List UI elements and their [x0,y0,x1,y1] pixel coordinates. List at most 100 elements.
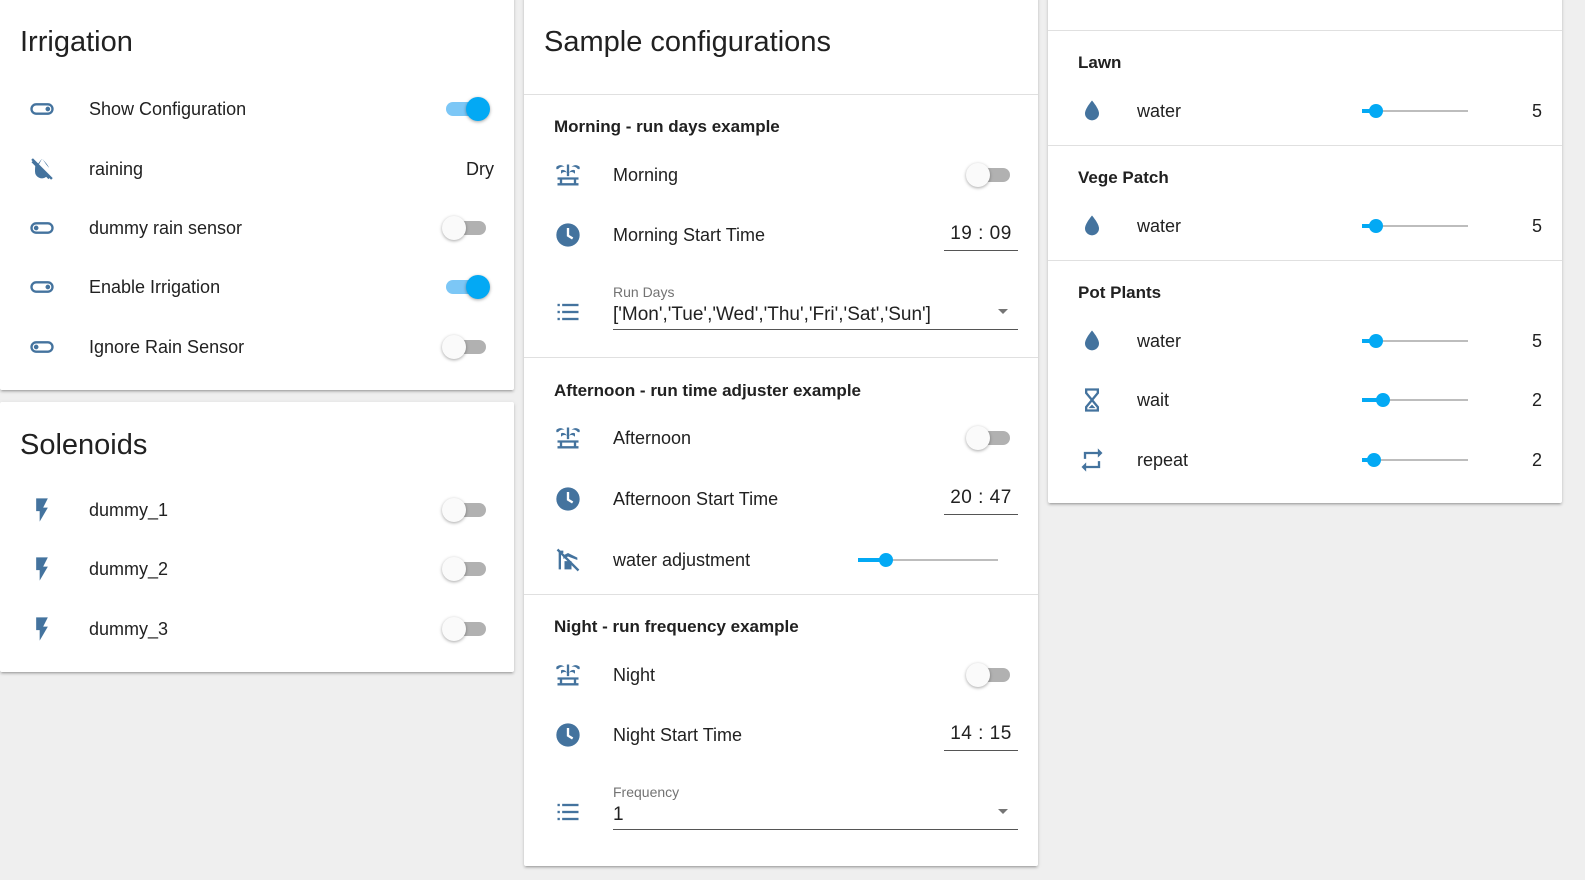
toggle-switch-icon [28,95,56,123]
sample-configurations-card: Sample configurations Morning - run days… [524,0,1038,866]
clock-icon [554,485,582,513]
frequency-dropdown[interactable]: Frequency 1 [613,782,1018,830]
row-lawn-water[interactable]: water 5 [1048,87,1562,135]
row-label: water [1137,101,1182,121]
dummy-1-toggle[interactable] [442,496,490,524]
row-label: Afternoon Start Time [613,489,779,509]
night-start-time-input[interactable]: 14 : 15 [944,719,1018,751]
run-days-dropdown[interactable]: Run Days ['Mon','Tue','Wed','Thu','Fri',… [613,282,1018,330]
row-label: water adjustment [613,550,751,570]
pot-water-value: 5 [1531,331,1542,351]
row-ignore-rain-sensor[interactable]: Ignore Rain Sensor [0,323,514,371]
row-night-start-time[interactable]: Night Start Time 14 : 15 [524,711,1038,759]
slider-knob[interactable] [1368,104,1383,118]
lawn-water-slider[interactable] [1362,101,1468,121]
row-label: Ignore Rain Sensor [89,337,245,357]
row-pot-water[interactable]: water 5 [1048,317,1562,365]
row-morning-switch[interactable]: Morning [524,151,1038,199]
slider-knob[interactable] [1366,453,1381,467]
row-label: Morning Start Time [613,225,766,245]
water-adjustment-slider[interactable] [858,550,998,570]
irrigation-title: Irrigation [20,26,133,58]
sample-configurations-title: Sample configurations [544,26,831,58]
pot-water-slider[interactable] [1362,331,1468,351]
dummy-rain-sensor-toggle[interactable] [442,214,490,242]
row-night-switch[interactable]: Night [524,651,1038,699]
fountain-icon [554,161,582,189]
repeat-icon [1078,446,1106,474]
sprinkler-off-icon [554,546,582,574]
slider-knob[interactable] [879,553,893,567]
slider-knob[interactable] [1368,219,1383,233]
afternoon-start-time-input[interactable]: 20 : 47 [944,483,1018,515]
pot-repeat-slider[interactable] [1362,450,1468,470]
row-label: dummy_3 [89,619,169,639]
divider [1048,145,1562,146]
row-afternoon-switch[interactable]: Afternoon [524,414,1038,462]
lawn-water-value: 5 [1531,101,1542,121]
row-label: dummy rain sensor [89,218,243,238]
run-days-label: Run Days [613,284,675,300]
zones-card: Lawn water 5 Vege Patch water 5 Pot Plan… [1048,0,1562,503]
row-dummy-1[interactable]: dummy_1 [0,486,514,534]
row-label: Morning [613,165,679,185]
clock-icon [554,721,582,749]
row-dummy-3[interactable]: dummy_3 [0,605,514,653]
row-label: water [1137,216,1182,236]
vege-patch-title: Vege Patch [1078,168,1169,187]
row-raining[interactable]: raining Dry [0,145,514,193]
row-label: wait [1137,390,1170,410]
divider [524,357,1038,358]
solenoids-title: Solenoids [20,429,148,461]
row-enable-irrigation[interactable]: Enable Irrigation [0,263,514,311]
divider [524,594,1038,595]
row-label: water [1137,331,1182,351]
row-label: Night [613,665,656,685]
divider [1048,30,1562,31]
row-show-configuration[interactable]: Show Configuration [0,85,514,133]
ignore-rain-sensor-toggle[interactable] [442,333,490,361]
dropdown-arrow-icon [998,809,1008,814]
dummy-3-toggle[interactable] [442,615,490,643]
row-label: dummy_2 [89,559,169,579]
row-label: Afternoon [613,428,692,448]
row-label: Enable Irrigation [89,277,221,297]
row-label: Night Start Time [613,725,743,745]
solenoids-card: Solenoids dummy_1 dummy_2 dummy_3 [0,402,514,672]
dummy-2-toggle[interactable] [442,555,490,583]
flash-icon [28,555,56,583]
show-configuration-toggle[interactable] [442,95,490,123]
night-section-title: Night - run frequency example [554,617,799,636]
row-label: raining [89,159,144,179]
row-pot-repeat[interactable]: repeat 2 [1048,436,1562,484]
dropdown-arrow-icon [998,309,1008,314]
irrigation-card: Irrigation Show Configuration raining Dr… [0,0,514,390]
water-icon [1078,327,1106,355]
slider-knob[interactable] [1368,334,1383,348]
format-list-bulleted-icon [554,798,582,826]
afternoon-toggle[interactable] [966,424,1014,452]
frequency-label: Frequency [613,784,680,800]
row-pot-wait[interactable]: wait 2 [1048,376,1562,424]
row-label: Show Configuration [89,99,247,119]
morning-start-time-input[interactable]: 19 : 09 [944,219,1018,251]
enable-irrigation-toggle[interactable] [442,273,490,301]
row-dummy-rain-sensor[interactable]: dummy rain sensor [0,204,514,252]
row-vege-water[interactable]: water 5 [1048,202,1562,250]
pot-wait-slider[interactable] [1362,390,1468,410]
lawn-title: Lawn [1078,53,1122,72]
pot-plants-title: Pot Plants [1078,283,1162,302]
toggle-switch-icon [28,273,56,301]
weather-rain-off-icon [28,155,56,183]
row-morning-start-time[interactable]: Morning Start Time 19 : 09 [524,211,1038,259]
vege-water-slider[interactable] [1362,216,1468,236]
night-toggle[interactable] [966,661,1014,689]
fountain-icon [554,661,582,689]
row-dummy-2[interactable]: dummy_2 [0,545,514,593]
run-days-value: ['Mon','Tue','Wed','Thu','Fri','Sat','Su… [613,304,931,325]
afternoon-section-title: Afternoon - run time adjuster example [554,381,861,400]
row-afternoon-start-time[interactable]: Afternoon Start Time 20 : 47 [524,475,1038,523]
slider-knob[interactable] [1376,393,1391,407]
morning-toggle[interactable] [966,161,1014,189]
row-water-adjustment[interactable]: water adjustment [524,536,1038,584]
